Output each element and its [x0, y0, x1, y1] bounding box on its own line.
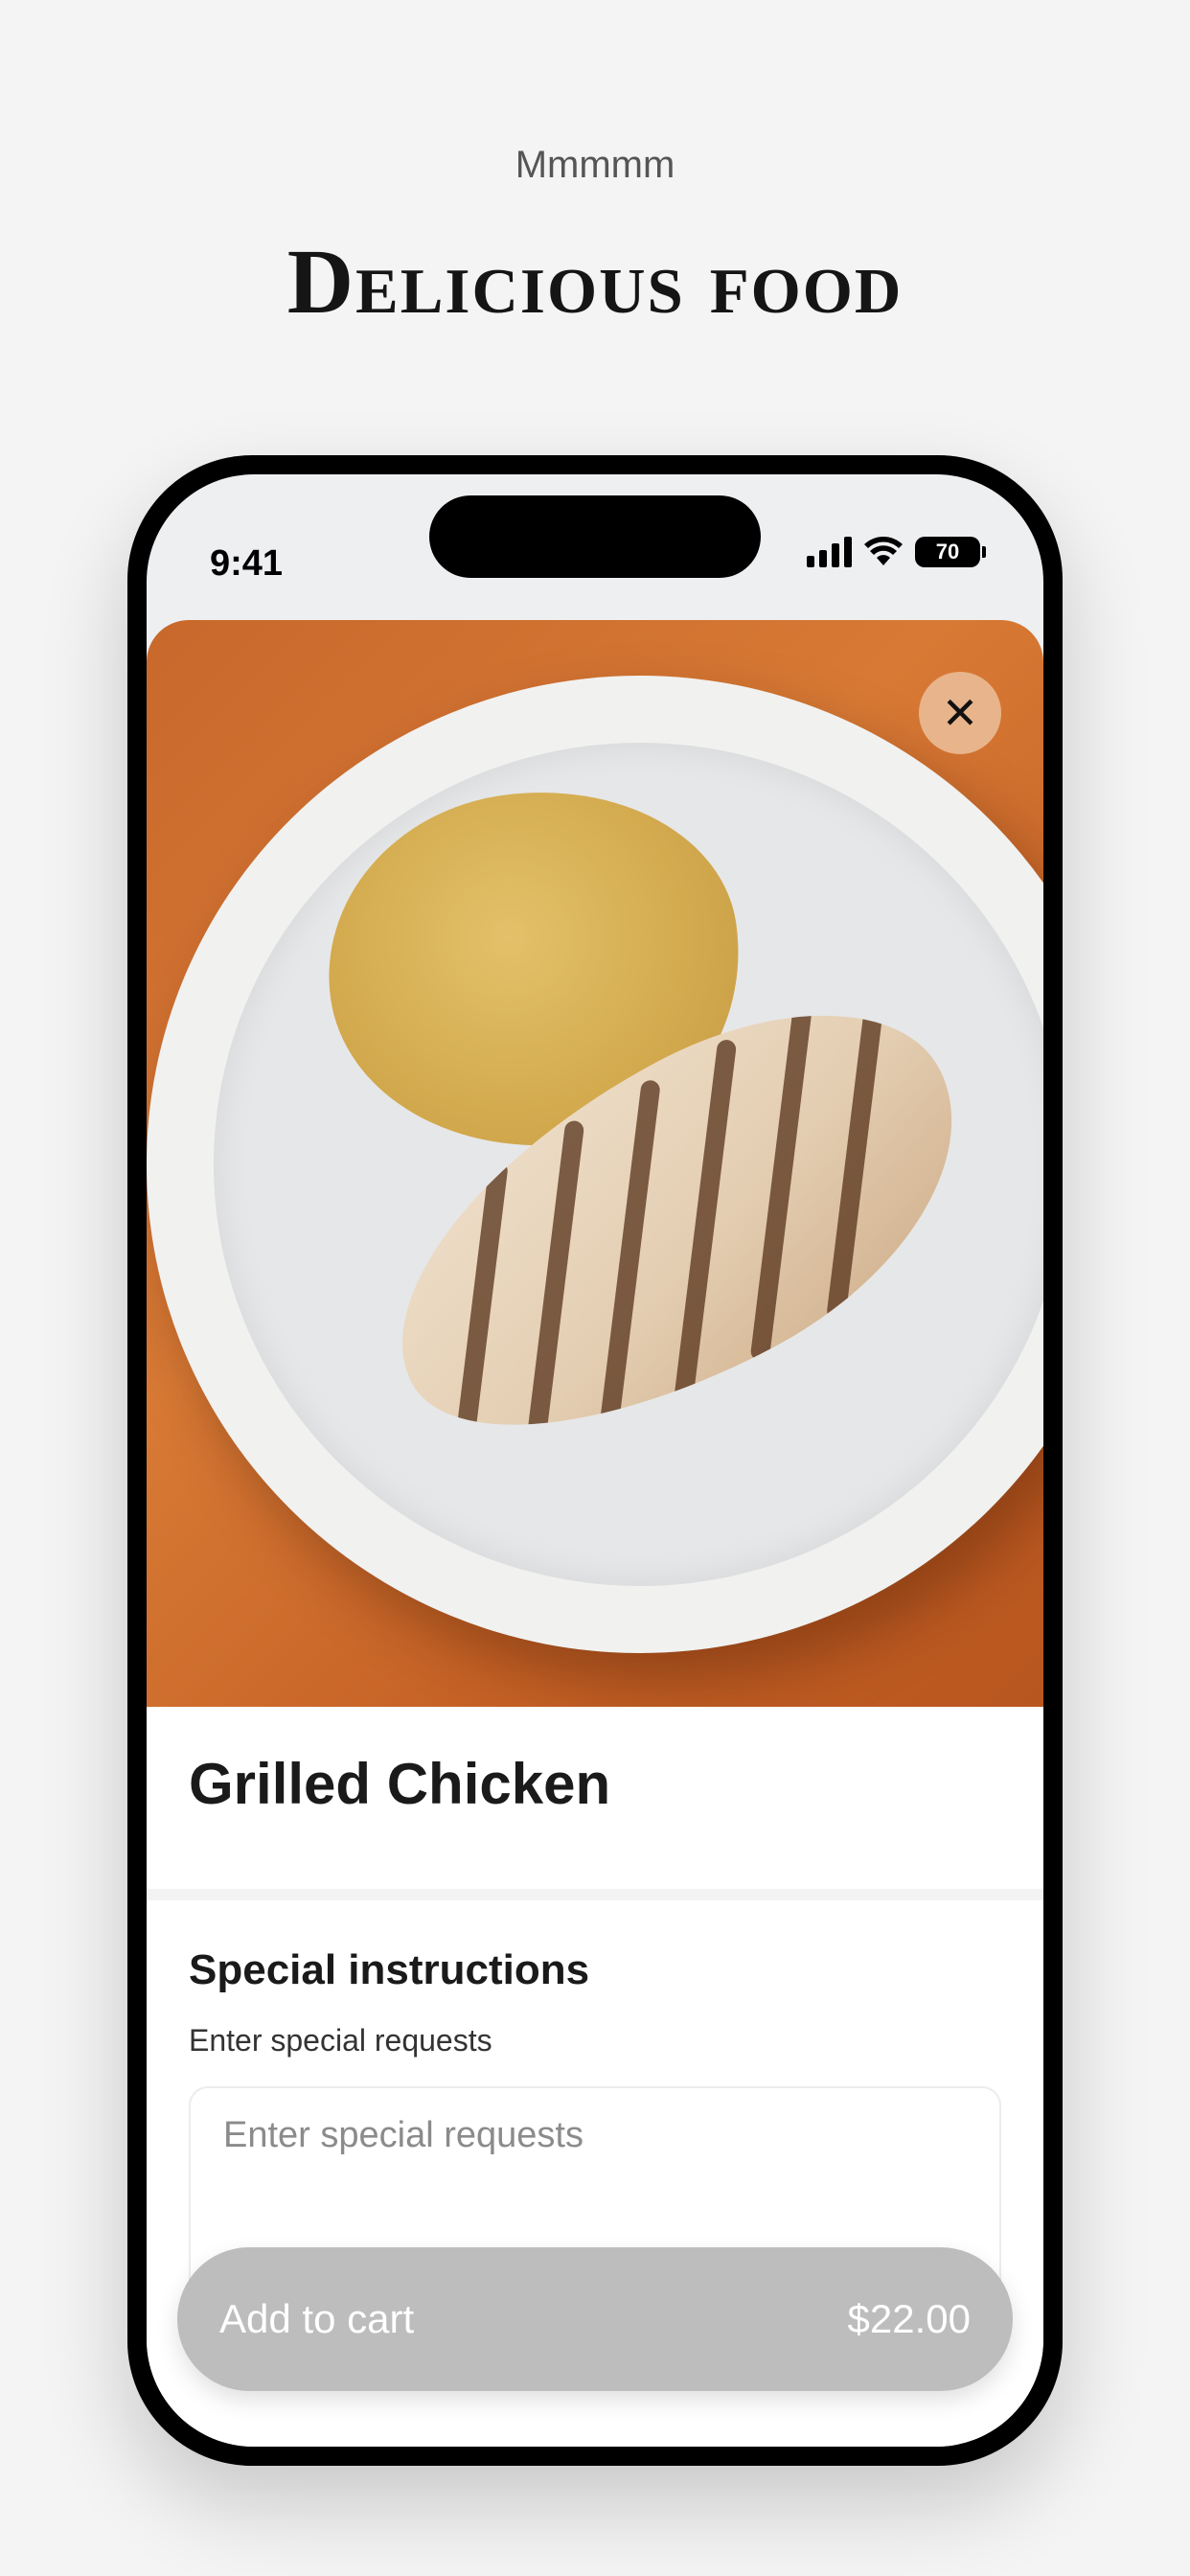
special-instructions-title: Special instructions [189, 1946, 590, 1993]
promo-page: Mmmmm Delicious food 9:41 70 ✕ Grilled C… [0, 0, 1190, 2576]
close-icon: ✕ [941, 688, 979, 738]
status-time: 9:41 [210, 543, 284, 584]
dynamic-island [429, 495, 761, 578]
cart-price: $22.00 [847, 2296, 971, 2341]
wifi-icon [864, 537, 903, 565]
cellular-signal-icon [807, 537, 852, 567]
close-button[interactable]: ✕ [919, 672, 1001, 754]
item-photo: ✕ [147, 620, 1043, 1707]
battery-level: 70 [935, 540, 960, 564]
battery-icon: 70 [915, 537, 986, 567]
eyebrow-text: Mmmmm [515, 144, 675, 186]
headline: Delicious food [286, 230, 904, 333]
item-detail-sheet: ✕ Grilled Chicken Special instructions E… [147, 620, 1043, 2447]
phone-screen: 9:41 70 ✕ Grilled Chicken Special instru… [147, 474, 1043, 2447]
item-title: Grilled Chicken [189, 1752, 611, 1816]
section-divider [147, 1889, 1043, 1900]
add-to-cart-label: Add to cart [219, 2296, 415, 2341]
status-icons: 70 [807, 528, 986, 576]
special-instructions-subtitle: Enter special requests [189, 2023, 492, 2058]
add-to-cart-button[interactable]: Add to cart $22.00 [177, 2247, 1013, 2391]
phone-frame: 9:41 70 ✕ Grilled Chicken Special instru… [127, 455, 1063, 2466]
